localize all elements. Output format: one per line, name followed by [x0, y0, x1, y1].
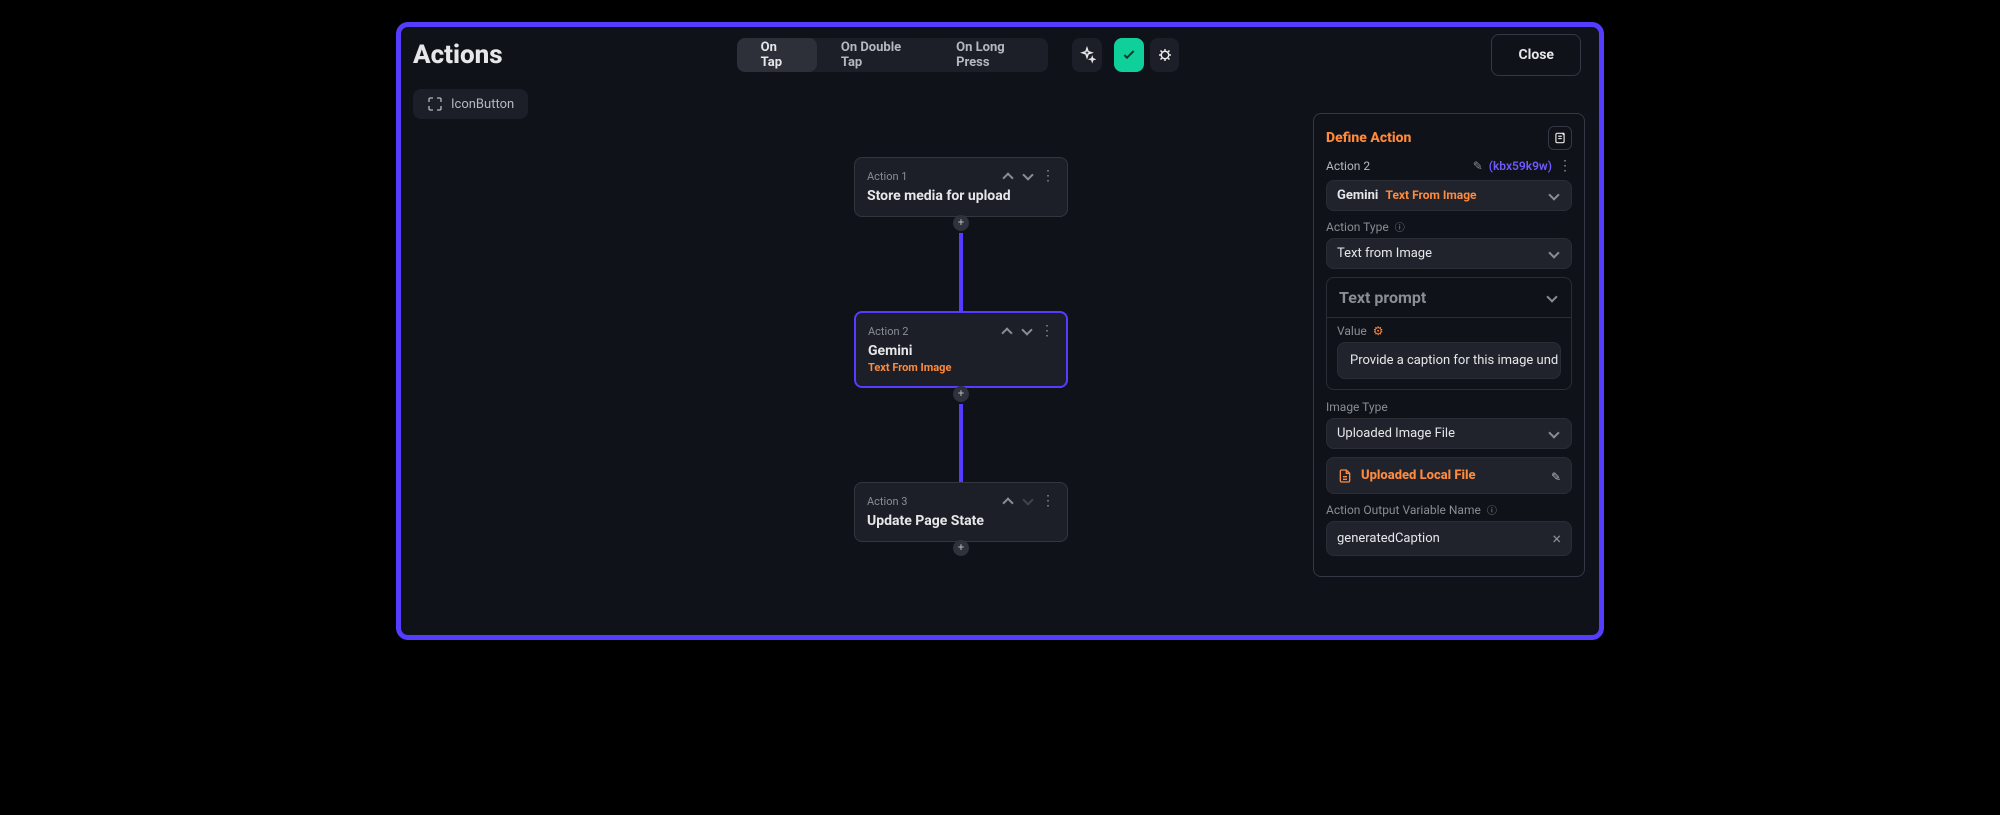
prompt-value-input[interactable]: Provide a caption for this image und: [1337, 342, 1561, 379]
node-menu-icon[interactable]: [1040, 323, 1054, 339]
info-icon[interactable]: [1395, 219, 1405, 234]
uploaded-file-row[interactable]: Uploaded Local File: [1326, 457, 1572, 494]
image-type-label: Image Type: [1326, 400, 1572, 414]
panel-menu-icon[interactable]: [1558, 158, 1572, 174]
flow-connector: [959, 404, 963, 482]
action-node-2-subtitle: Text From Image: [868, 361, 1054, 374]
move-down-icon: [1021, 495, 1033, 507]
bug-icon: [1156, 46, 1174, 64]
trigger-tabs: On Tap On Double Tap On Long Press: [737, 38, 1048, 72]
action-name-dropdown[interactable]: Gemini Text From Image: [1326, 180, 1572, 211]
close-button[interactable]: Close: [1491, 34, 1581, 76]
image-type-value: Uploaded Image File: [1337, 426, 1455, 441]
node-menu-icon[interactable]: [1041, 168, 1055, 184]
action-node-3-label: Action 3: [867, 495, 907, 508]
action-node-3-title: Update Page State: [867, 513, 1055, 529]
info-icon[interactable]: [1487, 502, 1497, 517]
chevron-down-icon: [1545, 291, 1559, 305]
tab-on-double-tap[interactable]: On Double Tap: [817, 38, 932, 72]
action-type-value: Text from Image: [1337, 246, 1432, 261]
move-down-icon[interactable]: [1021, 170, 1033, 182]
confirm-icon-button[interactable]: [1114, 38, 1144, 72]
tab-on-long-press[interactable]: On Long Press: [932, 38, 1048, 72]
text-prompt-header[interactable]: Text prompt: [1327, 278, 1571, 317]
widget-chip-label: IconButton: [451, 97, 514, 112]
top-bar: Actions On Tap On Double Tap On Long Pre…: [401, 27, 1599, 83]
action-node-1-label: Action 1: [867, 170, 907, 183]
widget-icon: [427, 96, 443, 112]
chevron-down-icon: [1547, 247, 1561, 261]
action-type-label: Action Type: [1326, 219, 1572, 234]
move-down-icon[interactable]: [1020, 325, 1032, 337]
move-up-icon[interactable]: [1000, 325, 1012, 337]
action-node-3[interactable]: Action 3 Update Page State: [854, 482, 1068, 542]
ai-icon-button[interactable]: [1072, 38, 1102, 72]
chevron-down-icon: [1547, 189, 1561, 203]
panel-action-id[interactable]: (kbx59k9w): [1489, 159, 1552, 173]
text-prompt-section: Text prompt Value ⚙ Provide a caption fo…: [1326, 277, 1572, 390]
clear-icon[interactable]: ×: [1552, 529, 1561, 548]
panel-title: Define Action: [1326, 130, 1411, 146]
action-type-dropdown[interactable]: Text from Image: [1326, 238, 1572, 269]
debug-icon-button[interactable]: [1150, 38, 1180, 72]
action-flow-canvas: Action 1 Store media for upload Action 2: [751, 157, 1171, 558]
move-up-icon[interactable]: [1001, 170, 1013, 182]
sparkle-icon: [1078, 46, 1096, 64]
action-name-primary: Gemini: [1337, 188, 1378, 203]
file-icon: [1337, 468, 1353, 484]
panel-action-icon-button[interactable]: [1548, 126, 1572, 150]
check-icon: [1121, 47, 1137, 63]
app-window: Actions On Tap On Double Tap On Long Pre…: [396, 22, 1604, 640]
image-type-dropdown[interactable]: Uploaded Image File: [1326, 418, 1572, 449]
action-node-1-title: Store media for upload: [867, 188, 1055, 204]
uploaded-file-label: Uploaded Local File: [1361, 468, 1543, 483]
output-var-value: generatedCaption: [1337, 531, 1440, 546]
value-label: Value ⚙: [1337, 324, 1561, 338]
define-action-panel: Define Action Action 2 (kbx59k9w) Gemini…: [1313, 113, 1585, 577]
add-action-button[interactable]: [953, 540, 969, 556]
action-node-1[interactable]: Action 1 Store media for upload: [854, 157, 1068, 217]
add-action-button[interactable]: [953, 386, 969, 402]
widget-chip[interactable]: IconButton: [413, 89, 528, 119]
page-title: Actions: [413, 40, 503, 70]
add-action-button[interactable]: [953, 215, 969, 231]
document-plus-icon: [1553, 131, 1567, 145]
variable-icon[interactable]: ⚙: [1373, 324, 1384, 338]
tab-on-tap[interactable]: On Tap: [737, 38, 817, 72]
panel-action-label: Action 2: [1326, 159, 1370, 173]
action-node-2-label: Action 2: [868, 325, 908, 338]
edit-icon[interactable]: [1551, 466, 1561, 485]
action-node-2-title: Gemini: [868, 343, 1054, 359]
node-menu-icon[interactable]: [1041, 493, 1055, 509]
action-name-secondary: Text From Image: [1386, 188, 1477, 202]
action-node-2[interactable]: Action 2 Gemini Text From Image: [854, 311, 1068, 388]
move-up-icon[interactable]: [1001, 495, 1013, 507]
edit-icon[interactable]: [1473, 159, 1483, 173]
chevron-down-icon: [1547, 427, 1561, 441]
flow-connector: [959, 233, 963, 311]
output-var-label: Action Output Variable Name: [1326, 502, 1572, 517]
output-var-input[interactable]: generatedCaption ×: [1326, 521, 1572, 556]
